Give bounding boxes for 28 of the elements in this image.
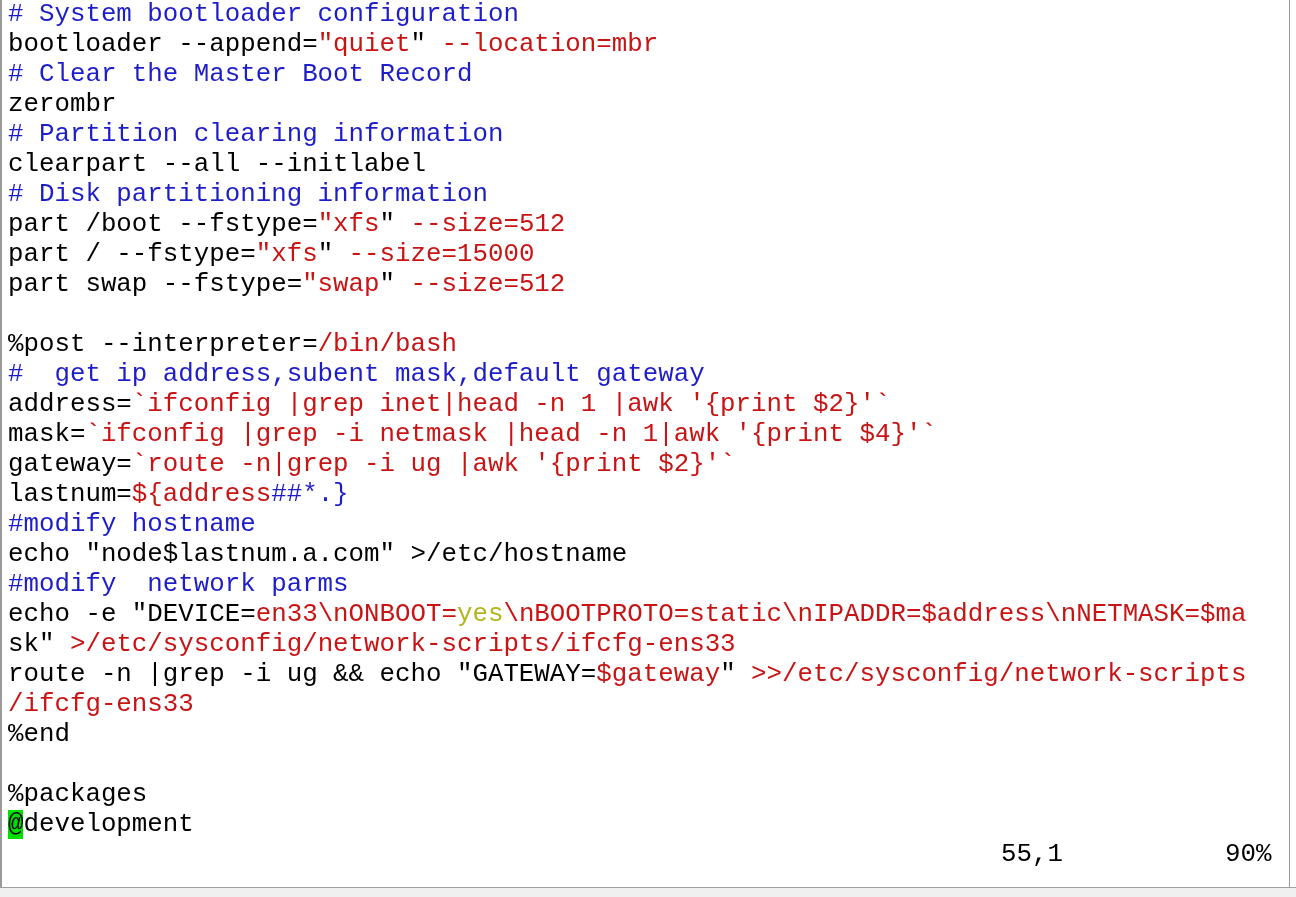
code-line: echo "node$lastnum.a.com" >/etc/hostname — [8, 540, 628, 570]
code-line: clearpart --all --initlabel — [8, 150, 426, 180]
code-line: bootloader --append="quiet" --location=mbr — [8, 30, 659, 60]
code-line: part / --fstype="xfs" --size=15000 — [8, 240, 535, 270]
code-line: part /boot --fstype="xfs" --size=512 — [8, 210, 566, 240]
code-line: address=`ifconfig |grep inet|head -n 1 |awk '{print $2}'` — [8, 390, 891, 420]
scroll-percent: 90% — [1224, 840, 1272, 870]
code-line: %post --interpreter=/bin/bash — [8, 330, 457, 360]
code-line: %end — [8, 720, 70, 750]
code-line: part swap --fstype="swap" --size=512 — [8, 270, 566, 300]
code-line: lastnum=${address##*.} — [8, 480, 349, 510]
code-line: # get ip address,subent mask,default gateway — [8, 360, 705, 390]
code-line: sk" >/etc/sysconfig/network-scripts/ifcfg-ens33 — [8, 630, 736, 660]
code-line: # Clear the Master Boot Record — [8, 60, 473, 90]
code-line: #modify network parms — [8, 570, 349, 600]
code-line: # Disk partitioning information — [8, 180, 488, 210]
code-line: route -n |grep -i ug && echo "GATEWAY=$gateway" >>/etc/sysconfig/network-scripts — [8, 660, 1247, 690]
code-line: /ifcfg-ens33 — [8, 690, 194, 720]
code-line: %packages — [8, 780, 148, 810]
code-line: # Partition clearing information — [8, 120, 504, 150]
code-line: mask=`ifconfig |grep -i netmask |head -n 1|awk '{print $4}'` — [8, 420, 937, 450]
code-line: @development — [8, 810, 194, 840]
code-line: gateway=`route -n|grep -i ug |awk '{print $2}'` — [8, 450, 736, 480]
code-line: zerombr — [8, 90, 117, 120]
cursor-position: 55,1 — [1001, 840, 1063, 870]
code-line: # System bootloader configuration — [8, 0, 519, 30]
code-line: echo -e "DEVICE=en33\nONBOOT=yes\nBOOTPROTO=static\nIPADDR=$address\nNETMASK=$ma — [8, 600, 1247, 630]
code-line: #modify hostname — [8, 510, 256, 540]
